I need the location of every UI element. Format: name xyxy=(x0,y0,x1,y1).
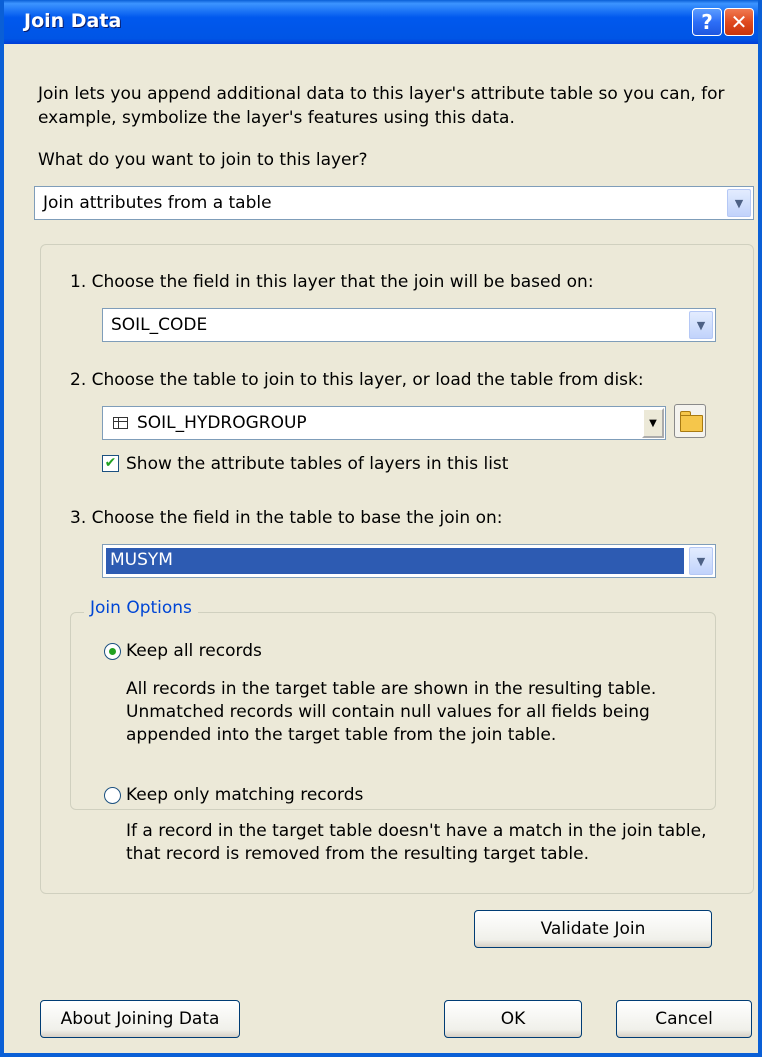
chevron-down-icon[interactable]: ▼ xyxy=(689,547,713,575)
join-data-dialog: Join Data ? ✕ Join lets you append addit… xyxy=(0,0,762,1057)
close-icon: ✕ xyxy=(730,10,748,34)
keep-all-records-description: All records in the target table are show… xyxy=(126,679,657,745)
help-icon: ? xyxy=(701,10,713,34)
join-field-value: MUSYM xyxy=(110,550,173,570)
radio-selected-dot xyxy=(109,648,116,655)
join-type-select[interactable]: Join attributes from a table ▼ xyxy=(34,186,754,220)
validate-join-button[interactable]: Validate Join xyxy=(474,910,712,948)
selected-value-highlight: MUSYM xyxy=(106,548,684,574)
intro-text: Join lets you append additional data to … xyxy=(38,84,725,128)
about-joining-data-button[interactable]: About Joining Data xyxy=(40,1000,240,1038)
keep-all-records-label[interactable]: Keep all records xyxy=(126,641,262,661)
step1-label: 1. Choose the field in this layer that t… xyxy=(70,272,594,292)
keep-matching-records-radio[interactable] xyxy=(104,787,121,804)
show-layer-tables-checkbox[interactable]: ✔ xyxy=(102,455,119,472)
browse-folder-button[interactable] xyxy=(674,404,706,438)
table-icon xyxy=(113,417,128,429)
join-table-value: SOIL_HYDROGROUP xyxy=(137,413,307,433)
layer-field-value: SOIL_CODE xyxy=(111,315,208,335)
keep-matching-records-label[interactable]: Keep only matching records xyxy=(126,785,363,805)
show-layer-tables-label[interactable]: Show the attribute tables of layers in t… xyxy=(126,454,508,474)
chevron-down-icon[interactable]: ▼ xyxy=(727,189,751,217)
ok-button[interactable]: OK xyxy=(444,1000,582,1038)
chevron-down-icon[interactable]: ▼ xyxy=(689,311,713,339)
dropdown-arrow-icon[interactable]: ▼ xyxy=(642,408,664,438)
layer-field-select[interactable]: SOIL_CODE ▼ xyxy=(102,308,716,342)
step2-label: 2. Choose the table to join to this laye… xyxy=(70,370,644,390)
join-question-label: What do you want to join to this layer? xyxy=(38,150,368,170)
join-type-value: Join attributes from a table xyxy=(43,193,272,213)
step3-label: 3. Choose the field in the table to base… xyxy=(70,508,503,528)
cancel-button[interactable]: Cancel xyxy=(616,1000,752,1038)
keep-all-records-radio[interactable] xyxy=(104,643,121,660)
join-table-select[interactable]: SOIL_HYDROGROUP ▼ xyxy=(102,406,666,440)
help-button[interactable]: ? xyxy=(692,8,722,36)
title-bar[interactable]: Join Data ? ✕ xyxy=(4,0,758,44)
keep-matching-records-description: If a record in the target table doesn't … xyxy=(126,821,707,864)
window-title: Join Data xyxy=(24,10,122,32)
folder-icon xyxy=(680,415,703,432)
join-options-legend: Join Options xyxy=(84,598,198,618)
join-field-select[interactable]: MUSYM ▼ xyxy=(102,544,716,578)
close-button[interactable]: ✕ xyxy=(724,8,754,36)
